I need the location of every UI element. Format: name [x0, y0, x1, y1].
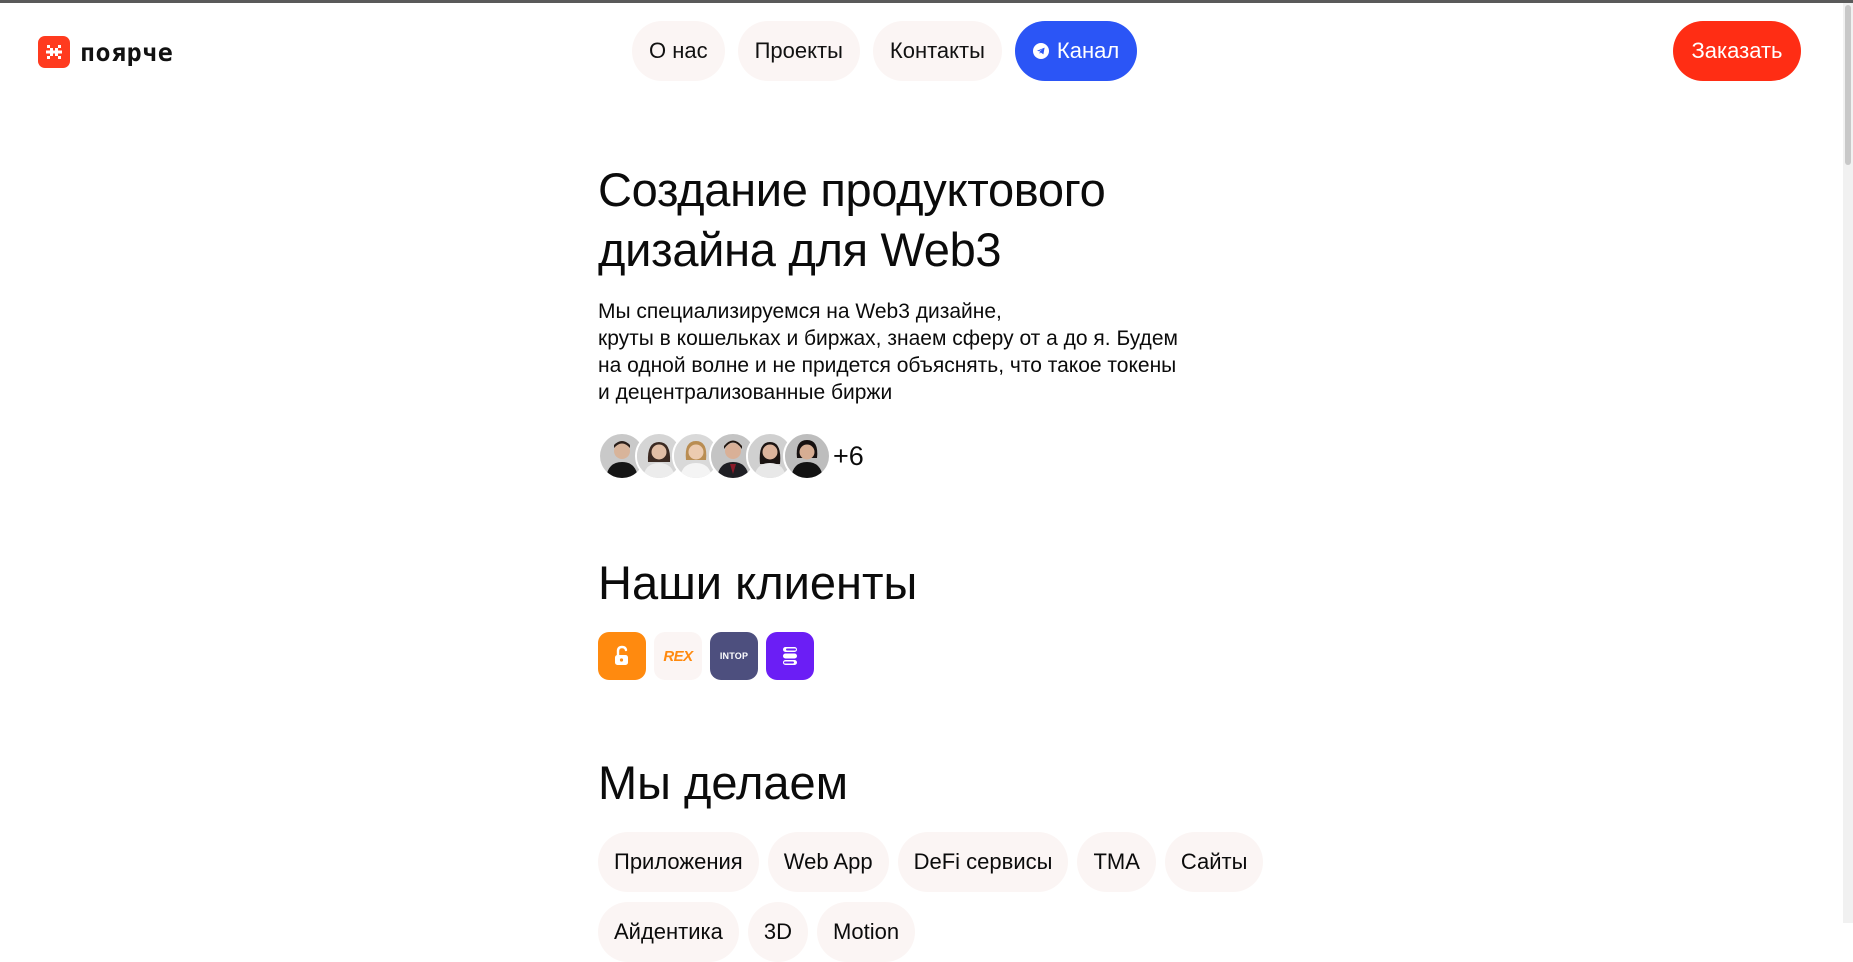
team-avatars: +6 [598, 432, 864, 480]
client-logo-label: INTOP [719, 651, 749, 661]
nav-contacts[interactable]: Контакты [872, 21, 1002, 81]
client-logo-unlock[interactable] [598, 632, 646, 680]
chip-tma[interactable]: TMA [1077, 832, 1156, 892]
client-logo-rex[interactable]: REX [654, 632, 702, 680]
scrollbar[interactable] [1843, 3, 1853, 923]
chip-motion[interactable]: Motion [817, 902, 916, 962]
client-logo-label: REX [663, 647, 693, 665]
nav-about[interactable]: О нас [632, 21, 725, 81]
hero-description-line: на одной волне и не придется объяснять, … [598, 354, 1177, 377]
clients-title: Наши клиенты [598, 556, 918, 609]
page-title: Создание продуктового дизайна для Web3 [598, 163, 1106, 276]
client-logo-s[interactable] [766, 632, 814, 680]
s-logo-icon [783, 647, 797, 665]
order-button[interactable]: Заказать [1673, 21, 1801, 81]
services-chips: Приложения Web App DeFi сервисы TMA Сайт… [598, 832, 1298, 962]
chip-identity[interactable]: Айдентика [598, 902, 739, 962]
scrollbar-thumb[interactable] [1845, 5, 1851, 165]
nav-channel-label: Канал [1056, 38, 1120, 63]
chip-sites[interactable]: Сайты [1164, 832, 1264, 892]
avatar [783, 432, 831, 480]
telegram-icon [1032, 43, 1049, 59]
clients-logos: REX INTOP [598, 632, 814, 680]
client-logo-intop[interactable]: INTOP [710, 632, 758, 680]
chip-apps[interactable]: Приложения [598, 832, 759, 892]
services-title: Мы делаем [598, 756, 849, 809]
hero-description-line: и децентрализованные биржи [598, 381, 893, 404]
nav-projects[interactable]: Проекты [737, 21, 860, 81]
team-more-count: +6 [833, 440, 864, 471]
logo-text: поярче [80, 37, 174, 67]
hero-description: Мы специализируемся на Web3 дизайне, кру… [598, 298, 1258, 406]
hero-description-line: Мы специализируемся на Web3 дизайне, [598, 300, 1002, 323]
unlock-icon [615, 645, 628, 665]
logo-mark-icon [38, 36, 70, 68]
hero-description-line: круты в кошельках и биржах, знаем сферу … [598, 327, 1178, 350]
logo[interactable]: поярче [38, 36, 173, 68]
nav-channel-button[interactable]: Канал [1014, 21, 1138, 81]
chip-defi[interactable]: DeFi сервисы [897, 832, 1069, 892]
browser-top-line [0, 0, 1853, 3]
main-nav: О нас Проекты Контакты Канал [632, 21, 1138, 81]
chip-web-app[interactable]: Web App [767, 832, 889, 892]
chip-3d[interactable]: 3D [747, 902, 809, 962]
